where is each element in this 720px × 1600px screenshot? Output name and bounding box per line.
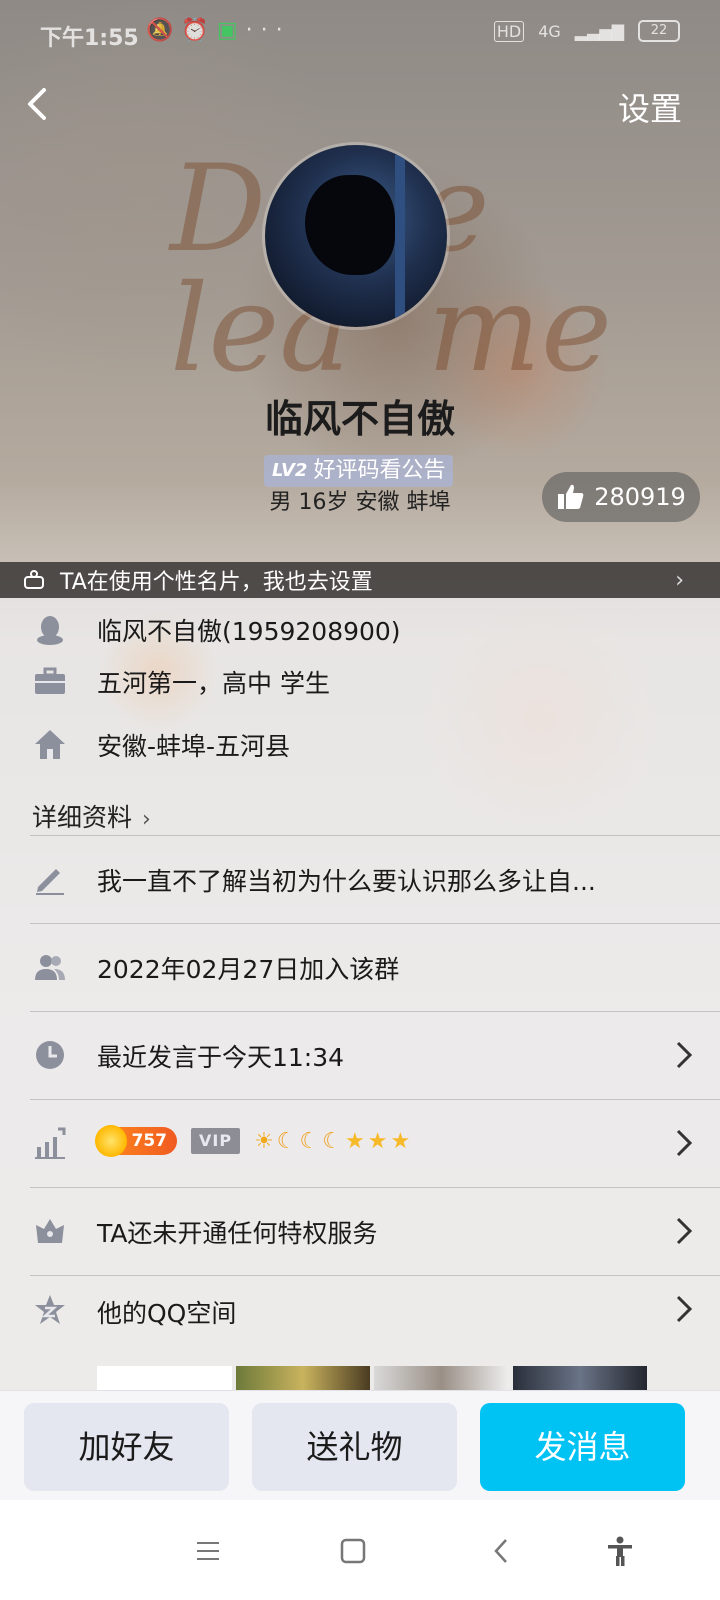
send-gift-button[interactable]: 送礼物 (252, 1403, 457, 1491)
top-bar: 设置 (0, 70, 720, 140)
more-notifications-icon: ··· (245, 18, 291, 43)
qzone-thumbnail[interactable] (97, 1366, 232, 1390)
chevron-right-icon (676, 1041, 693, 1069)
level-row[interactable]: 757 VIP ☀ ☾ ☾ ☾ ★ ★ ★ (30, 1099, 720, 1188)
school-text: 五河第一，高中 学生 (97, 669, 330, 698)
clock-icon (36, 1041, 64, 1069)
joined-row: 2022年02月27日加入该群 (30, 923, 720, 1012)
group-members-icon (35, 955, 65, 980)
qzone-text: 他的QQ空间 (97, 1299, 237, 1328)
status-bar: 下午1:55 🔕⏰▣··· HD 4G ▂▃▅▇ 22 (0, 0, 720, 70)
network-label: 4G (538, 21, 561, 41)
qq-level-icons: ☀ ☾ ☾ ☾ ★ ★ ★ (254, 1129, 410, 1154)
thumbs-up-icon (558, 484, 584, 509)
chevron-right-icon (676, 1295, 693, 1323)
level-badge[interactable]: LV2 好评码看公告 (264, 455, 454, 487)
signature-text: 我一直不了解当初为什么要认识那么多让自... (97, 867, 596, 896)
penguin-icon (37, 616, 63, 645)
settings-button[interactable]: 设置 (618, 84, 682, 130)
battery-icon: 22 (638, 20, 680, 42)
avatar[interactable] (265, 145, 447, 327)
qzone-thumbnail[interactable] (235, 1366, 370, 1390)
back-arrow-icon[interactable] (18, 84, 58, 124)
privilege-row[interactable]: TA还未开通任何特权服务 (30, 1187, 720, 1276)
vip-tag: VIP (191, 1128, 241, 1154)
moon-icon: ☾ (276, 1128, 297, 1154)
vip-strip: 757 VIP ☀ ☾ ☾ ☾ ★ ★ ★ (95, 1125, 410, 1157)
star-icon: ★ (367, 1128, 388, 1154)
qzone-star-icon (35, 1295, 65, 1324)
menu-icon[interactable] (191, 1534, 225, 1568)
star-icon: ★ (345, 1128, 365, 1154)
back-icon[interactable] (485, 1534, 519, 1568)
star-icon: ★ (390, 1128, 411, 1154)
privilege-text: TA还未开通任何特权服务 (97, 1219, 378, 1248)
mute-icon: 🔕 (146, 18, 182, 43)
home-icon (35, 730, 65, 759)
qzone-row[interactable]: 他的QQ空间 (30, 1275, 720, 1352)
pencil-icon (36, 869, 64, 895)
add-friend-button[interactable]: 加好友 (24, 1403, 229, 1491)
like-button[interactable]: 280919 (542, 472, 700, 522)
hd-icon: HD (493, 20, 525, 42)
qzone-thumbnails[interactable] (97, 1366, 647, 1390)
level-text: 好评码看公告 (313, 458, 446, 483)
level-tag: LV2 (272, 460, 308, 481)
info-school-line: 五河第一，高中 学生 (0, 650, 720, 714)
detail-info-link[interactable]: 详细资料 › (32, 798, 151, 834)
wechat-icon: ▣ (216, 18, 246, 43)
last-speak-text: 最近发言于今天11:34 (97, 1043, 345, 1072)
action-bar: 加好友 送礼物 发消息 (0, 1390, 720, 1501)
system-nav-bar (0, 1500, 720, 1600)
qzone-thumbnail[interactable] (512, 1366, 647, 1390)
briefcase-icon (35, 667, 65, 694)
info-location-line: 安徽-蚌埠-五河县 (0, 713, 720, 777)
profile-nickname: 临风不自傲 (264, 397, 455, 441)
chevron-right-icon: › (142, 807, 151, 832)
status-time: 下午1:55 (40, 26, 139, 51)
signal-icon: ▂▃▅▇ (574, 21, 624, 41)
name-qq-text: 临风不自傲(1959208900) (97, 617, 401, 646)
chevron-right-icon (676, 1217, 693, 1245)
notification-icons: 🔕⏰▣··· (146, 18, 291, 43)
avatar-detail (395, 155, 405, 325)
card-banner-text: TA在使用个性名片，我也去设置 (60, 570, 373, 595)
chevron-right-icon: › (675, 568, 684, 593)
info-panel: 临风不自傲(1959208900) 五河第一，高中 学生 安徽-蚌埠-五河县 详… (0, 598, 720, 1390)
joined-text: 2022年02月27日加入该群 (97, 955, 400, 984)
alarm-icon: ⏰ (181, 18, 217, 43)
location-text: 安徽-蚌埠-五河县 (97, 732, 291, 761)
chevron-right-icon (676, 1129, 693, 1157)
avatar-figure (305, 175, 395, 275)
signature-row[interactable]: 我一直不了解当初为什么要认识那么多让自... (30, 835, 720, 924)
like-count: 280919 (594, 483, 686, 511)
card-banner[interactable]: TA在使用个性名片，我也去设置 › (0, 562, 720, 598)
last-speak-row[interactable]: 最近发言于今天11:34 (30, 1011, 720, 1100)
growth-chart-icon (35, 1127, 66, 1159)
send-message-button[interactable]: 发消息 (480, 1403, 685, 1491)
status-right: HD 4G ▂▃▅▇ 22 (493, 20, 680, 42)
moon-icon: ☾ (322, 1128, 342, 1154)
sun-icon: ☀ (254, 1128, 274, 1154)
detail-link-label: 详细资料 (32, 803, 133, 832)
home-square-icon[interactable] (336, 1534, 370, 1568)
card-icon (24, 570, 44, 589)
coin-badge: 757 (95, 1125, 177, 1157)
qzone-thumbnail[interactable] (374, 1366, 509, 1390)
moon-icon: ☾ (299, 1128, 320, 1154)
crown-icon (36, 1219, 64, 1243)
accessibility-icon[interactable] (603, 1534, 637, 1568)
